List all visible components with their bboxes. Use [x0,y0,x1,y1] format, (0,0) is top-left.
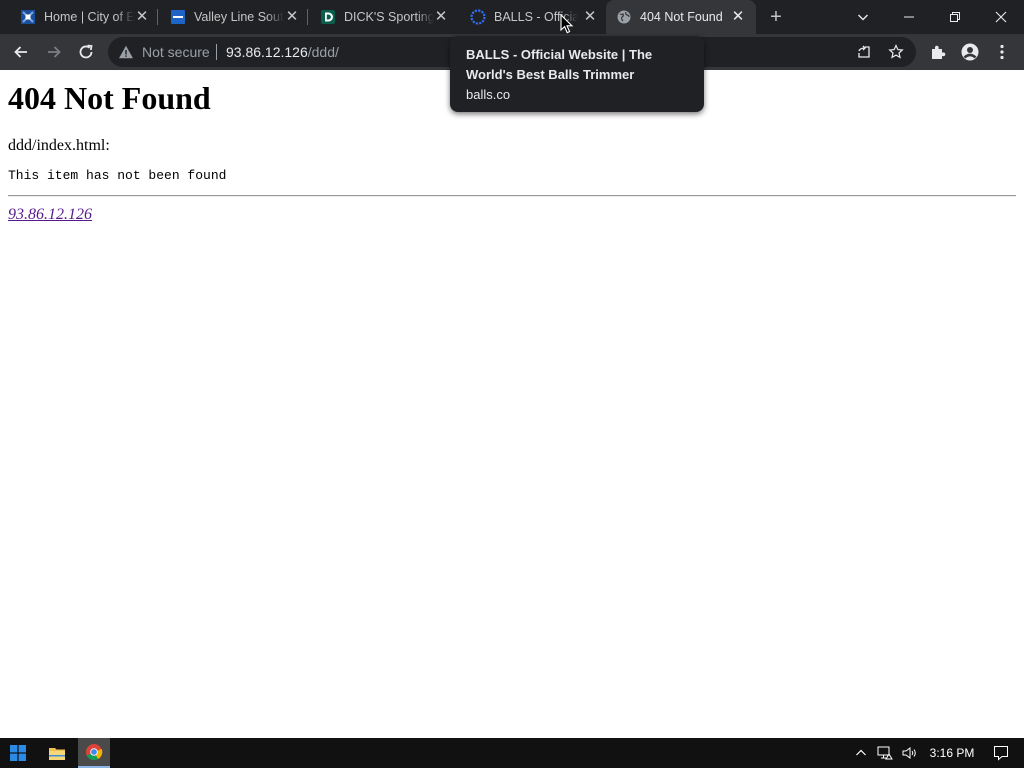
valley-line-favicon-icon [171,10,185,24]
minimize-button[interactable] [886,0,932,34]
dicks-sporting-favicon-icon [321,10,335,24]
warning-icon[interactable] [118,44,134,60]
tab-search-button[interactable] [840,0,886,34]
new-tab-button[interactable]: + [766,7,786,27]
reload-icon [79,44,93,59]
tab-close-icon[interactable]: ✕ [730,9,746,25]
page-heading: 404 Not Found [8,80,211,116]
windows-logo-icon [10,745,26,761]
forward-button[interactable] [40,38,68,66]
tab-title: Valley Line Sout [194,10,284,24]
chrome-taskbar-button[interactable] [78,738,110,768]
url-path: /ddd/ [307,44,339,60]
city-of-edmonton-favicon-icon [21,10,35,24]
tab-valley-line[interactable]: Valley Line Sout ✕ [158,0,308,34]
url-text[interactable]: 93.86.12.126/ddd/ [226,44,339,60]
more-vert-icon[interactable] [993,43,1011,61]
restore-icon [950,12,960,22]
network-button[interactable] [874,738,896,768]
tab-hover-card: BALLS - Official Website | The World's B… [450,36,704,112]
profile-avatar-icon[interactable] [961,43,979,61]
tab-title: DICK'S Sporting [344,10,434,24]
speaker-icon [902,747,916,759]
restore-button[interactable] [932,0,978,34]
page-content: 404 Not Found ddd/index.html: This item … [0,70,1024,738]
security-label[interactable]: Not secure [142,44,210,60]
url-host: 93.86.12.126 [226,44,308,60]
bookmark-star-icon[interactable] [888,44,904,60]
chevron-down-icon [858,14,868,21]
share-icon[interactable] [856,44,872,60]
tab-close-icon[interactable]: ✕ [433,9,449,25]
tab-close-icon[interactable]: ✕ [582,9,598,25]
tab-strip: Home | City of E ✕ Valley Line Sout ✕ DI… [0,0,1024,34]
divider [8,195,1016,197]
taskbar-clock[interactable]: 3:16 PM [926,738,978,768]
tab-title: Home | City of E [44,10,134,24]
windows-taskbar: 3:16 PM [0,738,1024,768]
back-button[interactable] [7,38,35,66]
tab-dicks-sporting[interactable]: DICK'S Sporting ✕ [308,0,458,34]
tab-title: 404 Not Found [640,10,723,24]
mouse-cursor-icon [560,14,574,34]
hover-card-title: BALLS - Official Website | The World's B… [466,47,653,82]
close-window-button[interactable] [978,0,1024,34]
hover-card-domain: balls.co [466,87,511,102]
server-address-link[interactable]: 93.86.12.126 [8,206,92,224]
tab-close-icon[interactable]: ✕ [134,9,150,25]
reload-button[interactable] [72,38,100,66]
tab-home-city[interactable]: Home | City of E ✕ [8,0,158,34]
balls-favicon-icon [470,9,486,25]
arrow-right-icon [48,46,61,58]
volume-button[interactable] [898,738,920,768]
folder-icon [49,748,65,760]
file-explorer-button[interactable] [38,738,76,768]
file-path-text: ddd/index.html: [8,137,110,154]
show-hidden-icons-button[interactable] [852,738,870,768]
globe-icon [617,10,631,24]
notification-icon [994,746,1008,761]
extensions-icon[interactable] [929,43,947,61]
arrow-left-icon [14,46,27,58]
start-button[interactable] [0,738,36,768]
chevron-up-icon [856,749,866,756]
close-icon [995,11,1007,23]
minimize-icon [904,16,914,18]
network-icon [877,746,893,760]
tab-404-not-found[interactable]: 404 Not Found ✕ [606,0,756,34]
omnibox-divider [216,44,217,60]
notifications-button[interactable] [988,738,1014,768]
not-found-message: This item has not been found [8,168,227,183]
tab-balls-official[interactable]: BALLS - Official ✕ [458,0,608,34]
tab-close-icon[interactable]: ✕ [284,9,300,25]
chrome-icon [86,744,103,761]
